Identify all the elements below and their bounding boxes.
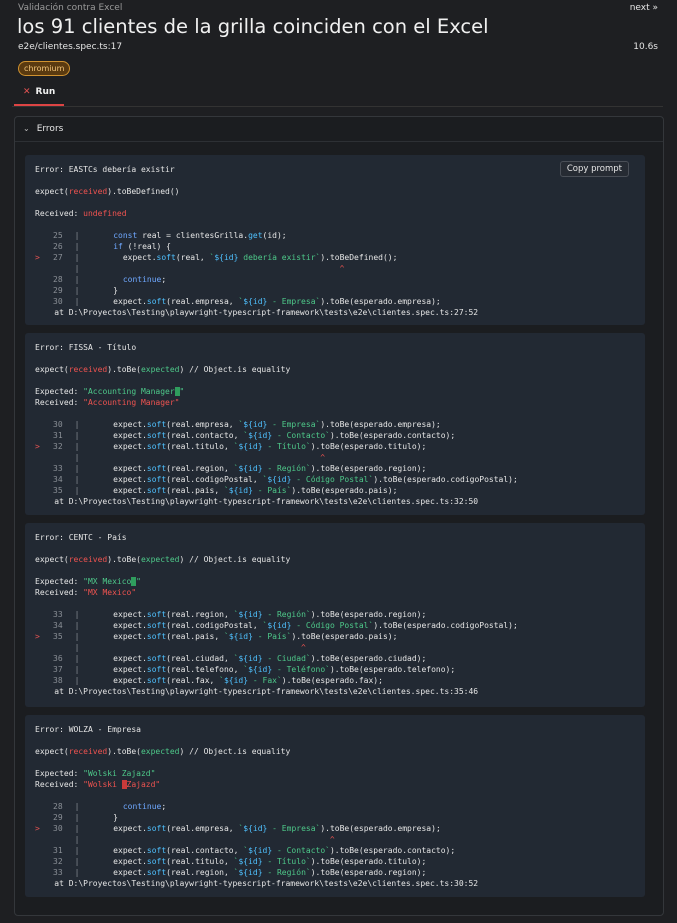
error-assertion: expect(received).toBe(expected) // Objec… [35,747,291,756]
received-value: Received: "Wolski Zajazd" [35,780,161,789]
next-link[interactable]: next » [630,3,658,13]
code-line: 35 | expect.soft(real.pais, `${id} - País… [53,486,398,495]
received-value: Received: undefined [35,209,127,218]
errors-panel: ⌄ Errors Error: EASTCs debería existir exp… [14,116,664,916]
error-assertion: expect(received).toBeDefined() [35,187,180,196]
code-line: 26 | if (!real) { [53,242,171,251]
received-value: Received: "Accounting Manager" [35,398,180,407]
code-line: 29 | } [53,286,118,295]
spec-file-path: e2e/clientes.spec.ts:17 [18,42,123,52]
error-block: Error: EASTCs debería existir expect(rece… [25,155,645,325]
error-title: Error: EASTCs debería existir [35,165,175,174]
code-line: 30 | expect.soft(real.empresa, `${id} - E… [53,297,441,306]
expected-value: Expected: "Wolski Zajazd" [35,769,156,778]
tab-run-label: Run [35,87,56,97]
code-line: 36 | expect.soft(real.ciudad, `${id} - Ci… [53,654,427,663]
errors-label: Errors [36,124,64,134]
code-line: 34 | expect.soft(real.codigoPostal, `${id… [53,621,518,630]
test-duration: 10.6s [633,42,658,52]
code-line: 37 | expect.soft(real.telefono, `${id} - … [53,665,456,674]
test-title: los 91 clientes de la grilla coinciden c… [17,15,489,38]
expected-value: Expected: "Accounting Manager " [35,387,185,396]
code-line: 33 | expect.soft(real.region, `${id} - Re… [53,464,427,473]
failed-x-icon: ✕ [23,87,31,97]
error-block: Error: FISSA - Título expect(received).to… [25,333,645,515]
errors-panel-header[interactable]: ⌄ Errors [15,117,663,142]
expected-value: Expected: "MX Mexico " [35,577,141,586]
code-line: 33 | expect.soft(real.region, `${id} - Re… [53,868,427,877]
code-line: | ^ [74,643,306,652]
chevron-down-icon: ⌄ [23,124,30,133]
error-block: Error: WOLZA - Empresa expect(received).t… [25,715,645,897]
error-block: Error: CENTC - País expect(received).toBe… [25,523,645,707]
project-badge[interactable]: chromium [18,61,71,76]
stack-location: at D:\Proyectos\Testing\playwright-types… [35,879,479,888]
code-line: 31 | expect.soft(real.contacto, `${id} - … [53,846,456,855]
stack-location: at D:\Proyectos\Testing\playwright-types… [35,497,479,506]
breadcrumb[interactable]: Validación contra Excel [18,3,122,13]
received-value: Received: "MX Mexico" [35,588,137,597]
code-line: 31 | expect.soft(real.contacto, `${id} - … [53,431,456,440]
stack-location: at D:\Proyectos\Testing\playwright-types… [35,308,479,317]
code-line-current: > 27 | expect.soft(real, `${id} debería e… [35,253,398,262]
error-title: Error: WOLZA - Empresa [35,725,141,734]
code-line: 38 | expect.soft(real.fax, `${id} - Fax`)… [53,676,383,685]
code-line: | ^ [74,453,326,462]
error-assertion: expect(received).toBe(expected) // Objec… [35,365,291,374]
copy-prompt-button[interactable]: Copy prompt [559,161,629,177]
divider [12,106,663,107]
error-title: Error: FISSA - Título [35,343,137,352]
error-title: Error: CENTC - País [35,533,127,542]
code-line: 28 | continue; [53,802,167,811]
code-line: 29 | } [53,813,118,822]
code-line: 34 | expect.soft(real.codigoPostal, `${id… [53,475,518,484]
code-line-current: > 30 | expect.soft(real.empresa, `${id} -… [35,824,441,833]
code-line: 28 | continue; [53,275,167,284]
code-line: 30 | expect.soft(real.empresa, `${id} - E… [53,420,441,429]
code-line: 25 | const real = clientesGrilla.get(id); [53,231,287,240]
stack-location: at D:\Proyectos\Testing\playwright-types… [35,687,479,696]
code-line-current: > 35 | expect.soft(real.pais, `${id} - Pa… [35,632,398,641]
code-line: 32 | expect.soft(real.titulo, `${id} - Tí… [53,857,427,866]
code-line-current: > 32 | expect.soft(real.titulo, `${id} - … [35,442,427,451]
code-line: | ^ [74,835,335,844]
tab-run[interactable]: ✕ Run [14,84,65,106]
code-line: | ^ [74,264,345,273]
error-assertion: expect(received).toBe(expected) // Objec… [35,555,291,564]
code-line: 33 | expect.soft(real.region, `${id} - Re… [53,610,427,619]
